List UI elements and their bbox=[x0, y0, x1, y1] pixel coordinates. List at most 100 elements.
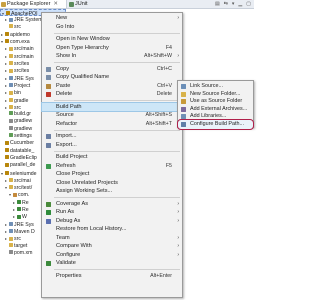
menu-item-source[interactable]: SourceAlt+Shift+S› bbox=[42, 111, 182, 120]
tab-package-explorer-label: Package Explorer bbox=[7, 1, 51, 7]
context-menu: New › Go Into Open in New Window Open Type H… bbox=[41, 12, 183, 298]
tree-item-label: JRE Sys bbox=[14, 75, 34, 82]
menu-separator bbox=[54, 129, 180, 131]
menu-item-close-unrelated-projects[interactable]: Close Unrelated Projects bbox=[42, 179, 182, 188]
tree-item-label: gradle bbox=[14, 97, 29, 104]
menu-item-compare-with[interactable]: Compare With › bbox=[42, 242, 182, 251]
menu-item-label: Close Unrelated Projects bbox=[56, 179, 118, 186]
menu-item-go-into[interactable]: Go Into bbox=[42, 23, 182, 32]
submenu-arrow-icon: › bbox=[177, 200, 179, 207]
menu-separator bbox=[54, 150, 180, 152]
tree-item-label: pom.xm bbox=[14, 249, 33, 256]
submenu-arrow-icon: › bbox=[177, 209, 179, 215]
file-icon bbox=[9, 111, 13, 116]
menu-item-assign-working-sets[interactable]: Assign Working Sets... bbox=[42, 187, 182, 196]
menu-item-label: Show In bbox=[56, 53, 77, 59]
menu-item-label: Build Path bbox=[56, 103, 82, 110]
menu-item-close-project[interactable]: Close Project bbox=[42, 170, 182, 179]
menu-item-show-in[interactable]: Show In Alt+Shift+W › bbox=[42, 52, 182, 61]
submenu-arrow-icon: › bbox=[177, 53, 179, 59]
menu-item-import[interactable]: Import... bbox=[42, 132, 182, 141]
menu-item-team[interactable]: Team › bbox=[42, 234, 182, 243]
debug-icon bbox=[46, 218, 51, 224]
view-menu-icon[interactable]: ▾ bbox=[232, 0, 235, 8]
menu-item-copy-qualified-name[interactable]: Copy Qualified Name bbox=[42, 73, 182, 82]
menu-item-label: Open in New Window bbox=[56, 36, 110, 42]
menu-item-paste[interactable]: Paste Ctrl+V bbox=[42, 82, 182, 91]
menu-item-shortcut: Ctrl+V bbox=[157, 82, 172, 89]
menu-item-refactor[interactable]: RefactorAlt+Shift+T› bbox=[42, 120, 182, 129]
menu-item-validate[interactable]: Validate bbox=[42, 259, 182, 268]
menu-item-label: Debug As bbox=[56, 217, 81, 224]
menu-item-label: Copy bbox=[56, 65, 70, 72]
package-icon bbox=[13, 192, 17, 197]
view-toolbar: ▤ ⇆ ▾ ▁ ▢ bbox=[215, 0, 251, 8]
tree-item-label: Re bbox=[22, 207, 29, 214]
file-icon bbox=[9, 250, 13, 255]
menu-item-label: Compare With bbox=[56, 243, 92, 249]
validate-icon bbox=[46, 261, 51, 266]
menu-item-coverage-as[interactable]: Coverage As › bbox=[42, 200, 182, 209]
tree-item-label: src/mai bbox=[14, 177, 31, 184]
view-tab-bar: Package Explorer ✕ JUnit ▤ ⇆ ▾ ▁ ▢ bbox=[0, 0, 254, 9]
menu-item-copy[interactable]: Copy Ctrl+C bbox=[42, 65, 182, 74]
menu-item-build-path[interactable]: Build Path› bbox=[41, 101, 183, 112]
menu-item-label: Restore from Local History... bbox=[56, 226, 127, 232]
menu-item-open-type-hierarchy[interactable]: Open Type Hierarchy F4 bbox=[42, 44, 182, 53]
submenu-item-configure-build-path[interactable]: Configure Build Path... bbox=[177, 119, 254, 130]
tree-item-label: target bbox=[14, 242, 28, 249]
folder-icon bbox=[9, 105, 13, 110]
menu-item-new[interactable]: New › bbox=[42, 14, 182, 23]
tree-item-label: src bbox=[14, 104, 21, 111]
tab-junit[interactable]: JUnit bbox=[68, 0, 88, 8]
tree-item-label: JRE Sys bbox=[14, 221, 34, 228]
minimize-icon[interactable]: ▁ bbox=[238, 0, 242, 8]
folder-icon bbox=[9, 68, 13, 73]
maximize-icon[interactable]: ▢ bbox=[246, 0, 251, 8]
menu-item-run-as[interactable]: Run As › bbox=[42, 208, 182, 217]
close-icon[interactable]: ✕ bbox=[53, 0, 58, 8]
project-icon bbox=[5, 140, 9, 145]
file-icon bbox=[9, 118, 13, 123]
tab-package-explorer[interactable]: Package Explorer ✕ bbox=[0, 0, 67, 8]
menu-item-refresh[interactable]: Refresh F5 bbox=[42, 162, 182, 171]
class-icon bbox=[17, 214, 21, 219]
menu-separator bbox=[54, 269, 180, 270]
project-icon bbox=[5, 39, 9, 44]
menu-item-label: Refresh bbox=[56, 162, 76, 169]
file-icon bbox=[9, 126, 13, 131]
menu-item-properties[interactable]: Properties Alt+Enter bbox=[42, 272, 182, 281]
package-explorer-icon bbox=[1, 1, 6, 7]
menu-item-debug-as[interactable]: Debug As › bbox=[42, 217, 182, 226]
folder-icon bbox=[9, 178, 13, 183]
menu-item-label: Import... bbox=[56, 133, 77, 139]
submenu-arrow-icon: › bbox=[177, 234, 179, 241]
new-source-folder-icon bbox=[181, 91, 186, 97]
project-icon bbox=[5, 155, 9, 160]
project-icon bbox=[6, 11, 10, 16]
tree-item-label: src/tes bbox=[14, 68, 30, 75]
tree-item-label: datatable_ bbox=[10, 147, 35, 154]
menu-item-build-project[interactable]: Build Project bbox=[42, 153, 182, 162]
submenu-arrow-icon: › bbox=[177, 217, 179, 224]
menu-item-restore-from-local-history[interactable]: Restore from Local History... bbox=[42, 225, 182, 234]
coverage-icon bbox=[46, 201, 51, 207]
import-icon bbox=[46, 134, 51, 139]
menu-item-shortcut: Alt+Shift+W bbox=[144, 53, 172, 59]
external-archives-icon bbox=[181, 106, 186, 112]
tree-item-label: parallel_de bbox=[10, 162, 36, 169]
menu-separator bbox=[54, 197, 180, 198]
tree-item-label: src/main bbox=[14, 53, 34, 60]
menu-item-shortcut: Alt+Shift+T bbox=[145, 120, 172, 127]
menu-item-label: Configure bbox=[56, 251, 81, 258]
link-with-editor-icon[interactable]: ⇆ bbox=[224, 0, 228, 8]
collapse-all-icon[interactable]: ▤ bbox=[215, 0, 220, 8]
menu-item-open-in-new-window[interactable]: Open in New Window bbox=[42, 35, 182, 44]
menu-item-label: Export... bbox=[56, 141, 77, 148]
tree-item-label: apidemo bbox=[10, 31, 30, 38]
menu-item-label: Open Type Hierarchy bbox=[56, 44, 109, 51]
menu-item-delete[interactable]: Delete Delete bbox=[42, 90, 182, 99]
tree-item-label: W bbox=[22, 214, 27, 221]
menu-item-configure[interactable]: Configure › bbox=[42, 251, 182, 260]
menu-item-export[interactable]: Export... bbox=[42, 141, 182, 150]
